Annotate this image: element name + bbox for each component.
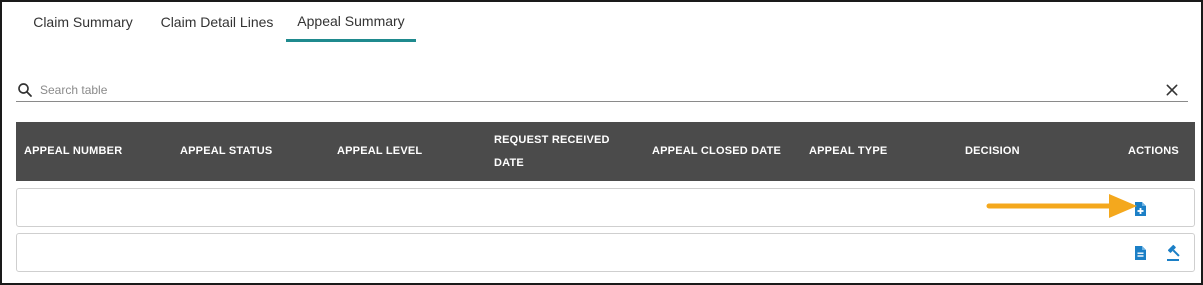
tab-claim-detail-lines[interactable]: Claim Detail Lines [148, 2, 286, 42]
close-icon[interactable] [1164, 82, 1180, 98]
column-label: DECISION [965, 145, 1020, 157]
search-icon [18, 82, 32, 97]
tab-appeal-summary[interactable]: Appeal Summary [286, 2, 416, 42]
search-input[interactable] [40, 82, 1164, 97]
document-icon[interactable] [1132, 245, 1148, 261]
column-header-appeal-number[interactable]: APPEAL NUMBER [24, 122, 122, 181]
table-row [16, 233, 1195, 272]
column-label: APPEAL TYPE [809, 145, 888, 157]
tab-label: Appeal Summary [297, 12, 405, 29]
column-label: APPEAL LEVEL [337, 145, 423, 157]
column-label: REQUEST RECEIVED DATE [494, 133, 610, 169]
column-label: APPEAL STATUS [180, 145, 273, 157]
tab-claim-summary[interactable]: Claim Summary [18, 2, 148, 42]
column-label: APPEAL NUMBER [24, 145, 123, 157]
column-header-decision[interactable]: DECISION [965, 122, 1020, 181]
gavel-icon[interactable] [1165, 244, 1183, 262]
column-label: APPEAL CLOSED DATE [652, 145, 782, 157]
column-header-actions: ACTIONS [1128, 122, 1179, 181]
column-header-appeal-type[interactable]: APPEAL TYPE [809, 122, 887, 181]
tab-label: Claim Summary [33, 14, 133, 30]
column-header-request-received-date[interactable]: REQUEST RECEIVED DATE [494, 122, 624, 181]
tab-bar: Claim Summary Claim Detail Lines Appeal … [18, 2, 416, 44]
search-bar [16, 78, 1188, 102]
arrow-annotation [986, 194, 1137, 218]
table-header: APPEAL NUMBER APPEAL STATUS APPEAL LEVEL… [16, 122, 1195, 181]
appeal-summary-panel: Claim Summary Claim Detail Lines Appeal … [0, 0, 1203, 285]
column-label: ACTIONS [1128, 145, 1179, 157]
column-header-appeal-status[interactable]: APPEAL STATUS [180, 122, 272, 181]
tab-label: Claim Detail Lines [160, 14, 274, 30]
column-header-appeal-level[interactable]: APPEAL LEVEL [337, 122, 422, 181]
column-header-appeal-closed-date[interactable]: APPEAL CLOSED DATE [652, 122, 781, 181]
